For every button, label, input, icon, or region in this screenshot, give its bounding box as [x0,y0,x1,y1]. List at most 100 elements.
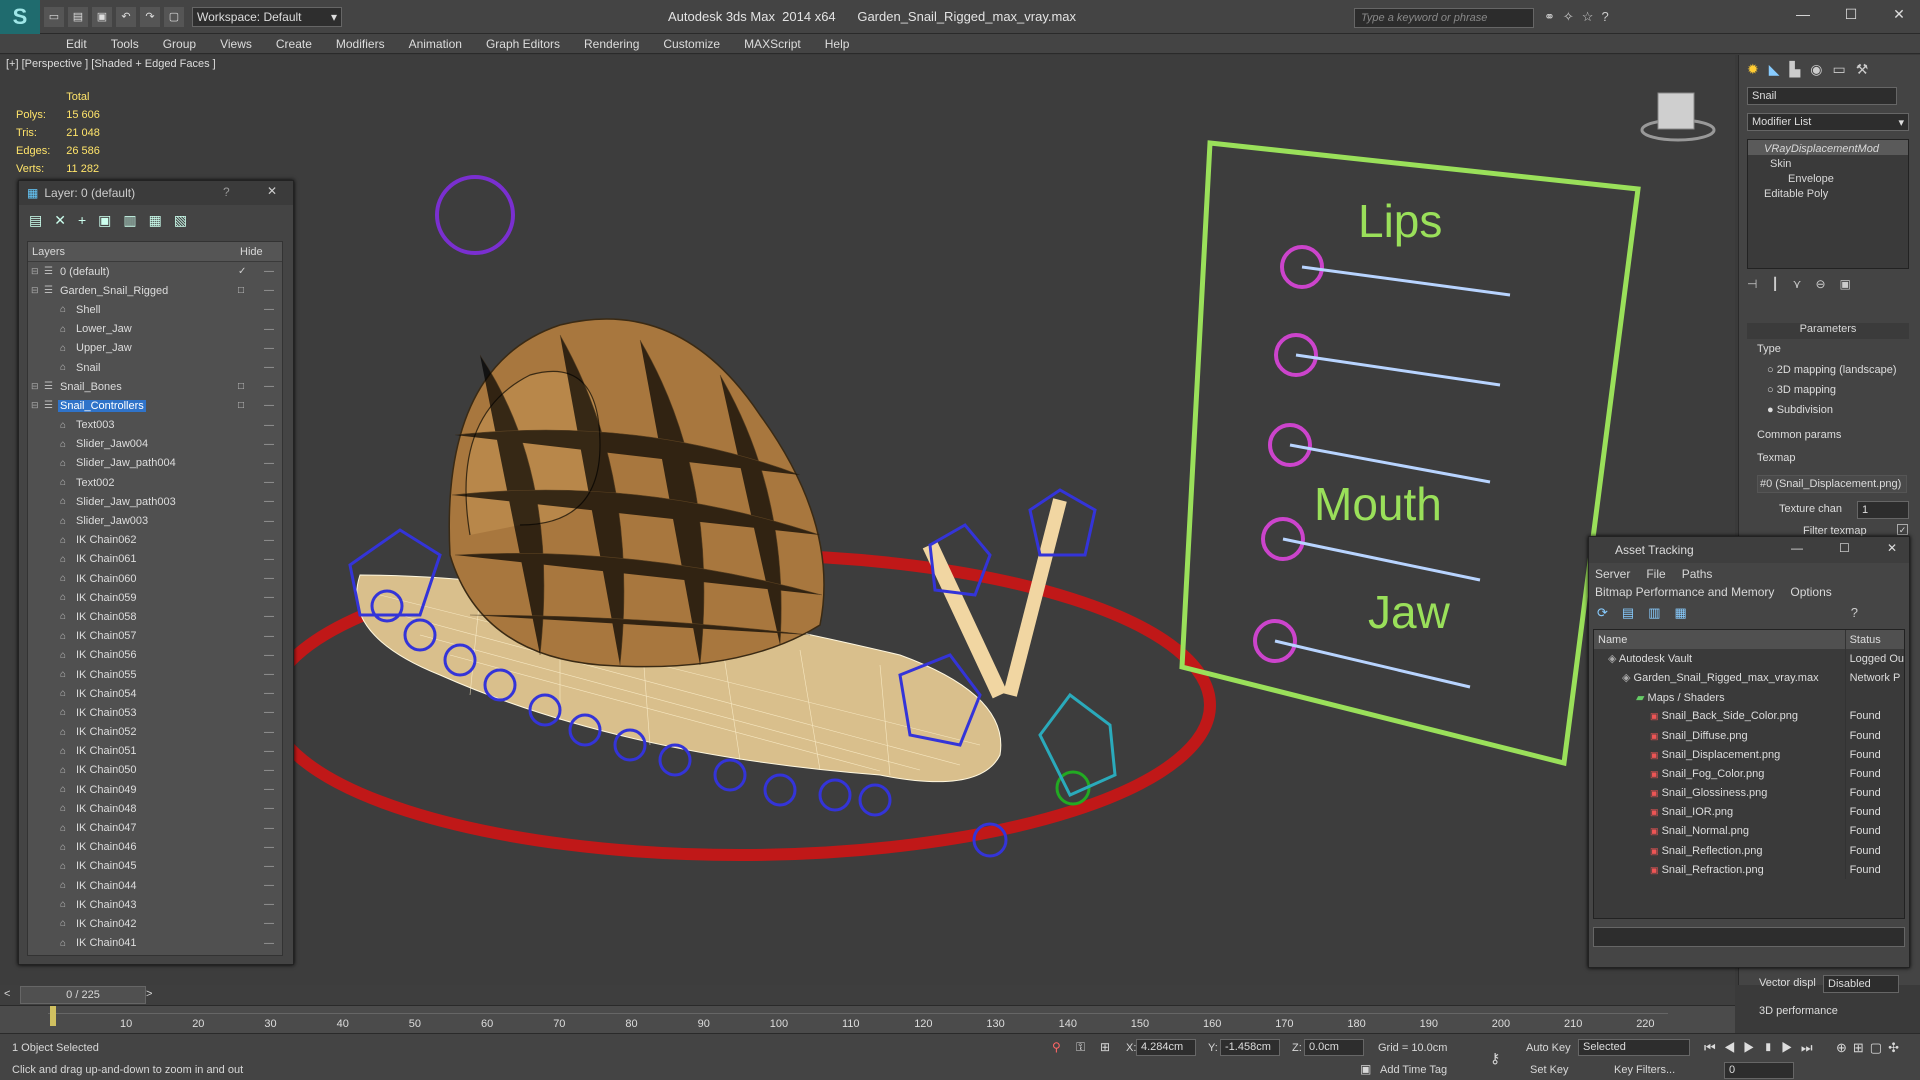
stack-item-vraydisplacement[interactable]: VRayDisplacementMod [1748,140,1908,155]
asset-row[interactable]: ▣ Snail_Back_Side_Color.png Found [1594,706,1904,726]
freeze-toggle-icon[interactable]: — [264,343,274,354]
name-column-header[interactable]: Name [1594,630,1846,650]
freeze-toggle-icon[interactable]: — [264,784,274,795]
layer-dialog[interactable]: ▦ Layer: 0 (default) ? ✕ ▤ ✕ + ▣ ▥ ▦ ▧ La… [18,180,294,965]
board-slider-handles[interactable] [1253,245,1324,663]
layer-row[interactable]: ⊟ ☰ 0 (default) ✓ — [28,262,282,281]
stack-tools[interactable]: ⊣┃⋎⊖▣ [1747,277,1909,293]
menu-maxscript[interactable]: MAXScript [732,34,813,53]
asset-menu-options[interactable]: Options [1790,585,1831,599]
freeze-toggle-icon[interactable]: — [264,420,274,431]
freeze-toggle-icon[interactable]: — [264,938,274,949]
freeze-toggle-icon[interactable]: — [264,554,274,565]
list-view-icon[interactable]: ▤ [1622,605,1634,625]
project-folder-icon[interactable]: ▢ [164,6,184,27]
asset-row[interactable]: ▣ Snail_Fog_Color.png Found [1594,764,1904,784]
asset-row[interactable]: ▣ Snail_Refraction.png Found [1594,860,1904,880]
texmap-button[interactable]: #0 (Snail_Displacement.png) [1757,475,1907,493]
hide-toggle[interactable]: □ [238,285,244,296]
motion-tab-icon[interactable]: ◉ [1810,61,1822,78]
layer-row[interactable]: ⌂ IK Chain054 — [28,684,282,703]
asset-row[interactable]: ▰ Maps / Shaders [1594,687,1904,707]
freeze-toggle-icon[interactable]: — [264,880,274,891]
freeze-toggle-icon[interactable]: — [264,669,274,680]
search-input[interactable]: Type a keyword or phrase [1354,8,1534,28]
layer-row[interactable]: ⊟ ☰ Snail_Bones □ — [28,377,282,396]
radio-2d-mapping[interactable]: ○ 2D mapping (landscape) [1767,360,1897,380]
layer-row[interactable]: ⌂ Slider_Jaw003 — [28,511,282,530]
layer-row[interactable]: ⌂ Text003 — [28,416,282,435]
menu-group[interactable]: Group [151,34,208,53]
expand-icon[interactable]: ⊟ [31,381,39,392]
menu-edit[interactable]: Edit [54,34,99,53]
freeze-toggle-icon[interactable]: — [264,688,274,699]
filter-texmap-checkbox[interactable]: ✓ [1897,524,1908,535]
freeze-toggle-icon[interactable]: — [264,573,274,584]
viewport-nav-controls[interactable]: ⊕⊞▢✣ [1836,1040,1905,1056]
time-tag-icon[interactable]: ▣ [1360,1062,1371,1076]
purple-control-object[interactable] [435,175,515,255]
key-icon[interactable]: ⚷ [1490,1050,1500,1067]
add-time-tag-button[interactable]: Add Time Tag [1380,1064,1447,1076]
undo-icon[interactable]: ↶ [116,6,136,27]
time-slider[interactable]: < 0 / 225 > [0,985,1735,1005]
layer-row[interactable]: ⌂ IK Chain041 — [28,934,282,953]
redo-icon[interactable]: ↷ [140,6,160,27]
layer-row[interactable]: ⌂ IK Chain047 — [28,818,282,837]
freeze-toggle-icon[interactable]: — [264,899,274,910]
hide-all-icon[interactable]: ▦ [149,212,162,229]
layer-row[interactable]: ⌂ Slider_Jaw_path004 — [28,454,282,473]
layer-row[interactable]: ⌂ Shell — [28,300,282,319]
minimize-button[interactable]: — [1788,6,1818,26]
freeze-toggle-icon[interactable]: — [264,707,274,718]
auto-key-button[interactable]: Auto Key [1526,1042,1571,1054]
track-bar[interactable]: 10 20 30 40 50 60 70 80 90 100 110 120 130 140 150 160 1… [0,1005,1735,1033]
freeze-toggle-icon[interactable]: — [264,803,274,814]
freeze-toggle-icon[interactable]: — [264,266,274,277]
object-name-field[interactable]: Snail [1747,87,1897,105]
hide-toggle[interactable]: ✓ [238,266,246,277]
layer-row[interactable]: ⌂ IK Chain056 — [28,646,282,665]
maximize-button[interactable]: ☐ [1836,6,1866,26]
menu-views[interactable]: Views [208,34,264,53]
layer-row[interactable]: ⌂ Text002 — [28,473,282,492]
modifier-stack[interactable]: VRayDisplacementMod Skin Envelope Editab… [1747,139,1909,269]
freeze-toggle-icon[interactable]: — [264,631,274,642]
freeze-toggle-icon[interactable]: — [264,400,274,411]
playback-controls[interactable]: ⏮◀▶▮▶⏭ [1704,1040,1821,1056]
freeze-toggle-icon[interactable]: — [264,861,274,872]
help-icon[interactable]: ? [223,185,230,199]
freeze-toggle-icon[interactable]: — [264,477,274,488]
layer-row[interactable]: ⌂ IK Chain045 — [28,857,282,876]
freeze-toggle-icon[interactable]: — [264,650,274,661]
freeze-toggle-icon[interactable]: — [264,611,274,622]
layer-row[interactable]: ⌂ IK Chain059 — [28,588,282,607]
asset-path-field[interactable] [1593,927,1905,947]
menu-tools[interactable]: Tools [99,34,151,53]
layer-list[interactable]: Layers Hide ⊟ ☰ 0 (default) ✓ — ⊟ ☰ Garden_Snai… [27,241,283,956]
freeze-all-icon[interactable]: ▧ [174,212,187,229]
absolute-mode-icon[interactable]: ⊞ [1100,1040,1110,1054]
stack-item-skin[interactable]: Skin [1748,155,1908,170]
asset-row[interactable]: ▣ Snail_Displacement.png Found [1594,745,1904,765]
layer-row[interactable]: ⌂ IK Chain046 — [28,838,282,857]
menu-rendering[interactable]: Rendering [572,34,651,53]
delete-layer-icon[interactable]: ✕ [54,212,66,229]
layer-row[interactable]: ⌂ IK Chain048 — [28,799,282,818]
asset-menu-bitmap-perf[interactable]: Bitmap Performance and Memory [1595,585,1774,599]
expand-icon[interactable]: ⊟ [31,266,39,277]
infocenter-icons[interactable]: ⚭✧☆? [1544,9,1617,25]
radio-subdivision[interactable]: ● Subdivision [1767,400,1897,420]
freeze-toggle-icon[interactable]: — [264,516,274,527]
stack-item-envelope[interactable]: Envelope [1748,170,1908,185]
layer-row[interactable]: ⌂ Slider_Jaw_path003 — [28,492,282,511]
radio-3d-mapping[interactable]: ○ 3D mapping [1767,380,1897,400]
minimize-icon[interactable]: — [1791,541,1803,555]
layer-row[interactable]: ⊟ ☰ Snail_Controllers □ — [28,396,282,415]
key-filters-button[interactable]: Key Filters... [1614,1064,1675,1076]
asset-tracking-window[interactable]: Asset Tracking — ☐ ✕ Server File Paths B… [1588,536,1910,968]
hide-toggle[interactable]: □ [238,381,244,392]
display-tab-icon[interactable]: ▭ [1833,61,1846,78]
layer-row[interactable]: ⌂ IK Chain058 — [28,607,282,626]
menu-graph-editors[interactable]: Graph Editors [474,34,572,53]
